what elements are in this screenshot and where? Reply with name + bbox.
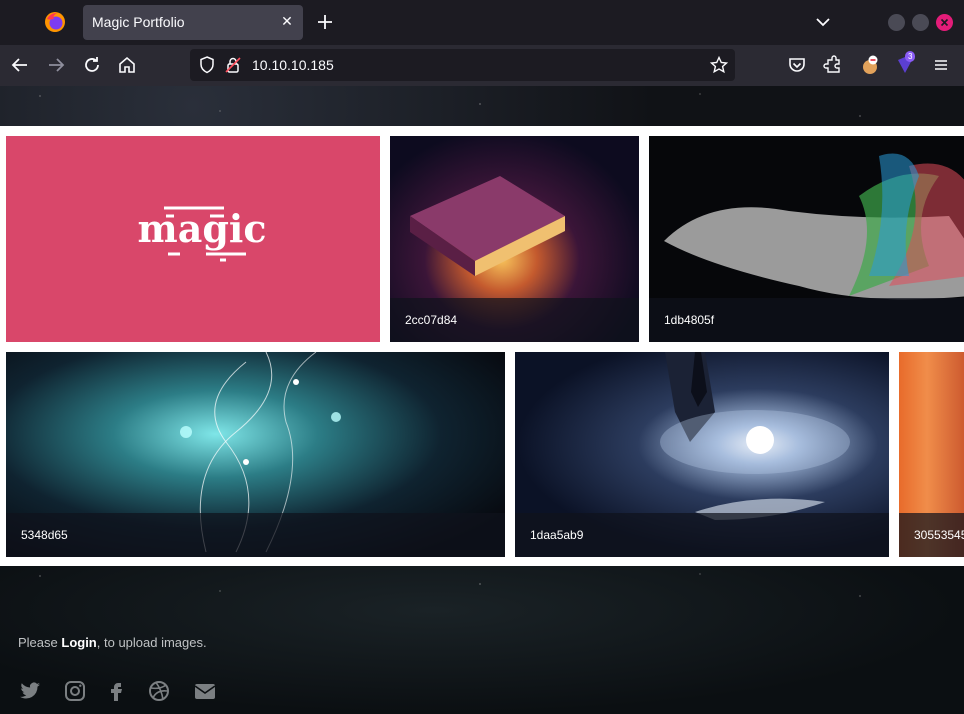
plus-icon[interactable] <box>313 10 337 34</box>
page-content: magic 2cc07d84 1db4805f 5348d65 1daa5ab9… <box>0 86 964 714</box>
magic-logo: magic <box>138 206 267 262</box>
tile-caption: 2cc07d84 <box>405 313 458 327</box>
login-link[interactable]: Login <box>61 635 96 650</box>
gallery-tile[interactable]: 1daa5ab9 <box>515 352 889 557</box>
caption-bar <box>6 513 505 557</box>
chevron-down-icon[interactable] <box>812 11 834 33</box>
url-bar[interactable]: 10.10.10.185 <box>190 49 735 81</box>
envelope-icon[interactable] <box>193 679 217 703</box>
shield-icon[interactable] <box>197 55 217 75</box>
forward-icon[interactable] <box>45 54 67 76</box>
home-icon[interactable] <box>116 54 138 76</box>
upload-prompt-prefix: Please <box>18 635 62 650</box>
window-close-button[interactable] <box>936 14 953 31</box>
url-text[interactable]: 10.10.10.185 <box>252 57 334 73</box>
tab-magic-portfolio[interactable]: Magic Portfolio ✕ <box>83 5 303 40</box>
reload-icon[interactable] <box>81 54 103 76</box>
back-icon[interactable] <box>9 54 31 76</box>
minimize-button[interactable] <box>888 14 905 31</box>
extensions-icon[interactable] <box>822 54 844 76</box>
tile-caption: 30553545 <box>914 528 964 542</box>
navigation-toolbar: 10.10.10.185 3 <box>0 45 964 86</box>
footer: Please Login, to upload images. <box>0 566 964 714</box>
pocket-icon[interactable] <box>786 54 808 76</box>
gallery-tile[interactable]: 30553545 <box>899 352 964 557</box>
tile-caption: 1daa5ab9 <box>530 528 584 542</box>
gallery-tile[interactable]: 1db4805f <box>649 136 964 342</box>
gallery-tile[interactable]: 2cc07d84 <box>390 136 639 342</box>
close-tab-icon[interactable]: ✕ <box>277 12 297 32</box>
menu-icon[interactable] <box>930 54 952 76</box>
magic-logo-text: magic <box>138 206 267 251</box>
instagram-icon[interactable] <box>63 679 87 703</box>
header-banner <box>0 86 964 126</box>
lock-icon[interactable] <box>223 55 243 75</box>
facebook-icon[interactable] <box>104 679 128 703</box>
tab-bar: Magic Portfolio ✕ <box>0 0 964 45</box>
tile-caption: 5348d65 <box>21 528 68 542</box>
tile-caption: 1db4805f <box>664 313 715 327</box>
starfield <box>0 86 964 126</box>
twitter-icon[interactable] <box>18 679 42 703</box>
cookie-extension-icon[interactable] <box>859 54 881 76</box>
ublock-extension[interactable]: 3 <box>894 51 916 76</box>
upload-prompt: Please Login, to upload images. <box>18 635 207 650</box>
tab-title: Magic Portfolio <box>92 14 185 30</box>
gallery-tile[interactable]: 5348d65 <box>6 352 505 557</box>
maximize-button[interactable] <box>912 14 929 31</box>
gallery-tile-logo[interactable]: magic <box>6 136 380 342</box>
upload-prompt-suffix: , to upload images. <box>96 635 207 650</box>
dribbble-icon[interactable] <box>147 679 171 703</box>
close-icon <box>940 18 949 27</box>
star-icon[interactable] <box>709 55 729 75</box>
firefox-icon[interactable] <box>44 11 66 33</box>
